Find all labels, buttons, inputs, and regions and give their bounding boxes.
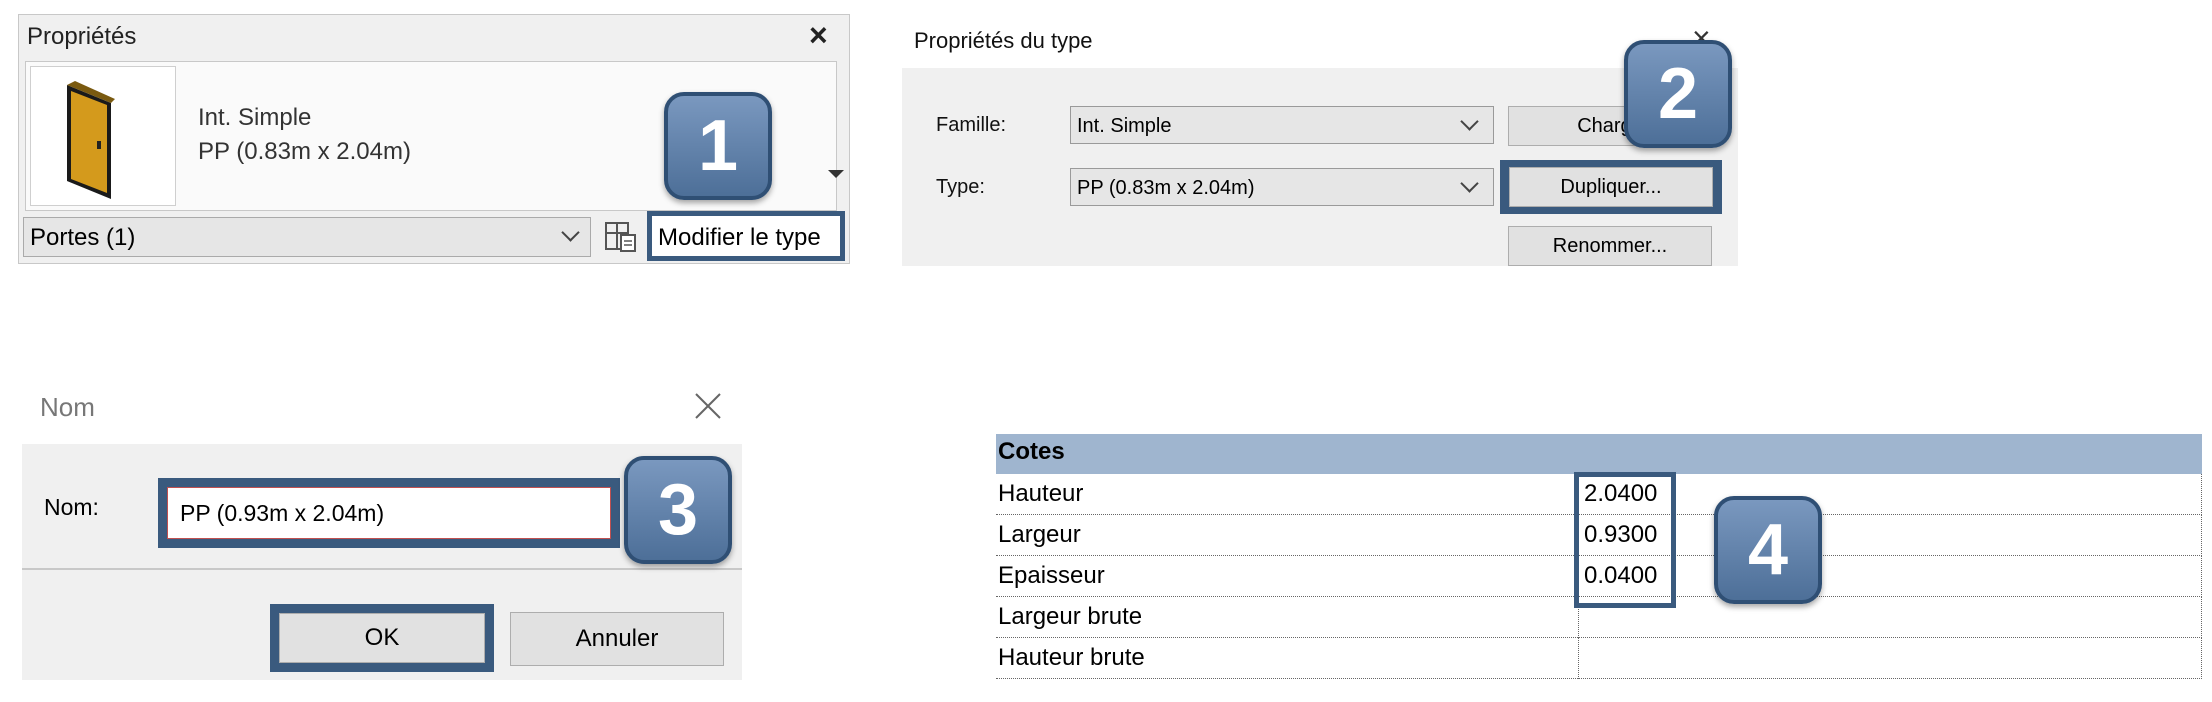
step-badge-3: 3 <box>624 456 732 564</box>
type-properties-body: Famille: Int. Simple Charge Type: PP (0.… <box>902 68 1738 266</box>
ok-button-highlight: OK <box>270 604 494 672</box>
ok-button-label: OK <box>364 624 400 651</box>
divider <box>22 568 742 570</box>
dimensions-table: Cotes Hauteur 2.0400 Largeur 0.9300 Epai… <box>996 434 2202 680</box>
name-field-highlight <box>158 478 620 548</box>
door-icon <box>67 81 115 199</box>
row-border <box>2201 515 2202 556</box>
row-border <box>2201 597 2202 638</box>
row-border <box>2201 556 2202 597</box>
type-select[interactable]: PP (0.83m x 2.04m) <box>1070 168 1494 206</box>
table-row[interactable]: Hauteur brute <box>996 638 2202 679</box>
step-badge-2: 2 <box>1624 40 1732 148</box>
parameter-label: Hauteur brute <box>998 644 1145 671</box>
cancel-button-label: Annuler <box>575 625 659 652</box>
category-filter-select[interactable]: Portes (1) <box>23 217 591 257</box>
close-icon[interactable]: × <box>809 17 828 54</box>
chevron-down-icon <box>1460 112 1479 131</box>
edited-values-highlight <box>1574 472 1676 608</box>
chevron-down-icon <box>1460 174 1479 193</box>
parameter-label: Hauteur <box>998 480 1084 507</box>
name-label: Nom: <box>44 494 99 520</box>
ok-button[interactable]: OK <box>279 613 485 663</box>
duplicate-button-highlight: Dupliquer... <box>1500 160 1722 214</box>
parameter-label: Epaisseur <box>998 562 1105 589</box>
family-select-value: Int. Simple <box>1077 115 1172 137</box>
edit-type-button[interactable]: Modifier le type <box>647 211 845 261</box>
step-badge-1: 1 <box>664 92 772 200</box>
dimensions-section-header[interactable]: Cotes <box>996 434 2202 474</box>
column-divider <box>1578 638 1579 679</box>
properties-panel-title: Propriétés <box>27 23 137 50</box>
dropdown-arrow-icon[interactable] <box>828 170 844 178</box>
row-border <box>2201 474 2202 515</box>
type-properties-dialog: Propriétés du type × Famille: Int. Simpl… <box>902 14 1738 266</box>
row-border <box>2201 638 2202 679</box>
duplicate-button[interactable]: Dupliquer... <box>1509 167 1713 207</box>
family-label: Famille: <box>936 114 1007 136</box>
door-thumbnail <box>30 66 176 206</box>
duplicate-button-label: Dupliquer... <box>1560 176 1662 198</box>
parameter-label: Largeur <box>998 521 1081 548</box>
chevron-down-icon <box>561 223 580 242</box>
edit-type-icon[interactable] <box>603 219 639 255</box>
type-properties-title: Propriétés du type <box>914 28 1093 53</box>
type-name: PP (0.83m x 2.04m) <box>198 138 411 165</box>
category-filter-value: Portes (1) <box>30 224 136 251</box>
name-input[interactable] <box>167 487 611 539</box>
edit-type-label: Modifier le type <box>658 224 821 251</box>
step-badge-4: 4 <box>1714 496 1822 604</box>
cancel-button[interactable]: Annuler <box>510 612 724 666</box>
type-select-value: PP (0.83m x 2.04m) <box>1077 177 1255 199</box>
rename-button-label: Renommer... <box>1552 235 1668 257</box>
type-label: Type: <box>936 176 985 198</box>
family-name: Int. Simple <box>198 104 312 131</box>
family-select[interactable]: Int. Simple <box>1070 106 1494 144</box>
parameter-label: Largeur brute <box>998 603 1143 630</box>
rename-button[interactable]: Renommer... <box>1508 226 1712 266</box>
close-icon[interactable] <box>690 388 726 424</box>
name-dialog-title: Nom <box>40 392 95 422</box>
